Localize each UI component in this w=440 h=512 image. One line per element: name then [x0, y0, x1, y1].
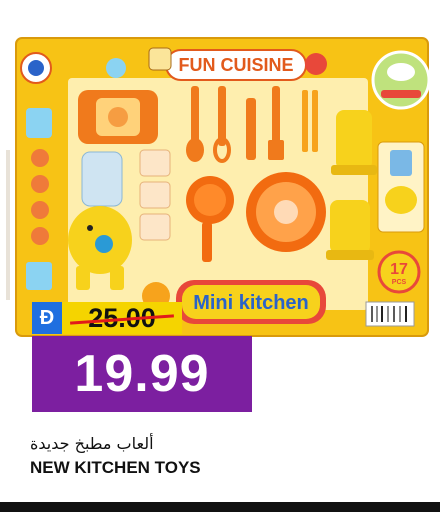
box-brand-title: FUN CUISINE [178, 55, 293, 75]
bottom-divider-bar [0, 502, 440, 512]
currency-symbol: Đ [32, 302, 62, 334]
toy-kitchen-box-illustration: FUN CUISINE 17 PCS Mini kitchen [0, 37, 431, 337]
product-title-english: NEW KITCHEN TOYS [30, 458, 201, 477]
mini-kitchen-logo-text: Mini kitchen [193, 292, 309, 314]
old-price: 25.00 [62, 303, 182, 334]
new-price-tag: 19.99 [32, 336, 252, 412]
piece-count-number: 17 [390, 261, 408, 278]
product-title-arabic: ألعاب مطبخ جديدة [30, 434, 154, 453]
new-price-value: 19.99 [74, 345, 210, 403]
product-image: FUN CUISINE 17 PCS Mini kitchen [0, 0, 434, 352]
old-price-tag: Đ 25.00 [32, 302, 182, 334]
piece-count-unit: PCS [392, 279, 407, 286]
